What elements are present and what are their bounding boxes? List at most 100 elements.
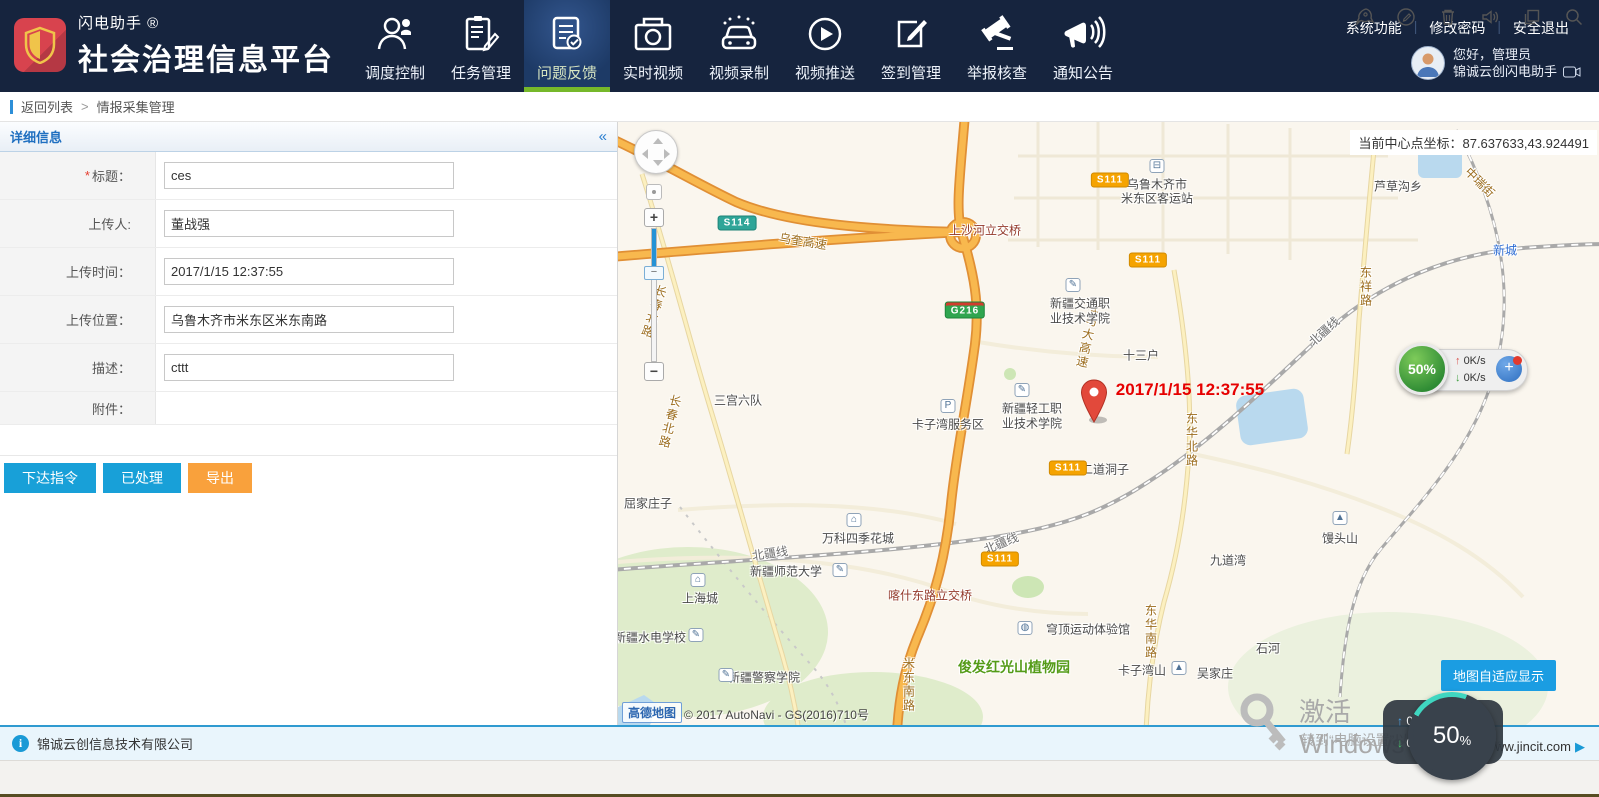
amap-logo: 高德地图 (622, 702, 682, 723)
nav-item-4[interactable]: 实时视频 (610, 0, 696, 92)
map-label: 卡子湾服务区 (912, 416, 984, 433)
nav-item-1[interactable]: 调度控制 (352, 0, 438, 92)
field-value (156, 152, 617, 199)
road-badge: G216 (945, 302, 985, 319)
stadium-icon: ◍ (1018, 621, 1033, 635)
map-label: 米东区客运站 (1121, 190, 1193, 207)
map-fit-button[interactable]: 地图自适应显示 (1441, 660, 1556, 691)
field-label: *标题： (0, 152, 156, 199)
map-label: 东华北路 (1184, 412, 1201, 468)
user-greeting: 您好，管理员 锦诚云创闪电助手 (1453, 46, 1581, 80)
map-label: 吴家庄 (1197, 665, 1233, 682)
download-speed: 0K/s (1464, 372, 1486, 384)
pan-up-icon[interactable] (653, 138, 663, 144)
breadcrumb-back-link[interactable]: 返回列表 (21, 97, 73, 116)
form-row: 附件： (0, 392, 617, 425)
volume-icon[interactable] (1479, 6, 1501, 28)
map-label: 新疆师范大学 (750, 563, 822, 580)
field-input-2[interactable] (164, 210, 454, 237)
pan-right-icon[interactable] (664, 149, 670, 159)
upload-arrow-icon: ↑ (1397, 714, 1403, 728)
breadcrumb: 返回列表 > 情报采集管理 (0, 92, 1599, 122)
map-label: 卡子湾山 (1118, 662, 1166, 679)
zoom-slider-handle[interactable]: − (644, 266, 664, 280)
collapse-panel-icon[interactable]: « (599, 128, 607, 145)
info-icon: i (12, 735, 29, 752)
feedback-icon (547, 12, 587, 56)
action-button-2[interactable]: 已处理 (103, 463, 181, 493)
field-input-3[interactable] (164, 258, 454, 285)
app-logo (14, 18, 66, 72)
toolbar-icons (1333, 6, 1585, 28)
nav-item-label: 通知公告 (1053, 62, 1113, 83)
home-icon: ⌂ (691, 573, 706, 587)
field-value (156, 392, 617, 424)
field-value (156, 296, 617, 343)
map-label: 喀什东路立交桥 (888, 587, 972, 604)
company-name: 锦诚云创信息技术有限公司 (37, 734, 193, 753)
zoom-out-button[interactable]: − (644, 362, 664, 381)
breadcrumb-accent-bar (10, 100, 13, 114)
field-input-5[interactable] (164, 354, 454, 381)
map-copyright: © 2017 AutoNavi - GS(2016)710号 (684, 706, 869, 723)
map-label: 石河 (1256, 640, 1280, 657)
map-label: 上海城 (682, 590, 718, 607)
brand-line2: 社会治理信息平台 (78, 35, 334, 79)
task-icon (461, 12, 501, 56)
map-label: 上沙河立交桥 (949, 222, 1021, 239)
percent-sign: % (1460, 733, 1472, 748)
accelerator-ball-dark[interactable]: 50 % (1408, 692, 1496, 780)
search-icon[interactable] (1563, 6, 1585, 28)
map-center-coords: 当前中心点坐标：87.637633,43.924491 (1350, 130, 1597, 155)
bus-icon: ⊟ (1150, 159, 1165, 173)
map-label: 俊发红光山植物园 (958, 657, 1070, 677)
expand-arrow-icon[interactable]: ▶ (1575, 739, 1585, 754)
road-badge: S111 (1049, 461, 1087, 476)
report-icon (975, 12, 1019, 56)
percent-number: 50 (1433, 722, 1460, 750)
zoom-in-button[interactable]: + (644, 208, 664, 227)
nav-item-3[interactable]: 问题反馈 (524, 0, 610, 92)
rocket-icon[interactable] (1353, 6, 1375, 28)
map-label: 二道洞子 (1081, 461, 1129, 478)
field-label: 附件： (0, 392, 156, 424)
map-marker-pin[interactable] (1078, 378, 1110, 424)
user-box[interactable]: 您好，管理员 锦诚云创闪电助手 (1411, 46, 1581, 80)
home-icon: ⌂ (847, 513, 862, 527)
nav-item-7[interactable]: 签到管理 (868, 0, 954, 92)
field-input-4[interactable] (164, 306, 454, 333)
map-pan-control[interactable] (634, 130, 678, 174)
nav-item-6[interactable]: 视频推送 (782, 0, 868, 92)
field-label: 上传位置： (0, 296, 156, 343)
panel-title: 详细信息 (10, 127, 62, 146)
pan-down-icon[interactable] (653, 160, 663, 166)
nav-item-label: 任务管理 (451, 62, 511, 83)
field-label: 描述： (0, 344, 156, 391)
shield-icon (23, 26, 57, 64)
nav-item-5[interactable]: 视频录制 (696, 0, 782, 92)
school-icon: ✎ (719, 668, 734, 682)
add-button[interactable]: + (1496, 356, 1522, 382)
field-input-1[interactable] (164, 162, 454, 189)
window-icon[interactable] (1521, 6, 1543, 28)
nav-item-2[interactable]: 任务管理 (438, 0, 524, 92)
screenshot-icon[interactable] (1395, 6, 1417, 28)
action-button-3[interactable]: 导出 (188, 463, 252, 493)
action-button-1[interactable]: 下达指令 (4, 463, 96, 493)
pan-left-icon[interactable] (642, 149, 648, 159)
nav-item-label: 签到管理 (881, 62, 941, 83)
download-arrow-icon: ↓ (1397, 736, 1403, 750)
live-video-icon (632, 12, 674, 56)
accelerator-ball[interactable]: 50% (1396, 343, 1448, 395)
map-reset-button[interactable] (646, 184, 662, 200)
nav-item-label: 调度控制 (365, 62, 425, 83)
nav-item-9[interactable]: 通知公告 (1040, 0, 1126, 92)
notice-icon (1060, 12, 1106, 56)
zoom-slider-track[interactable] (651, 228, 657, 362)
map-canvas[interactable]: S114G216S111S111S111S111芦草沟乡中瑞街新城乌鲁木齐市米东… (618, 122, 1599, 725)
parking-icon: P (941, 399, 956, 413)
nav-item-8[interactable]: 举报核查 (954, 0, 1040, 92)
field-value (156, 200, 617, 247)
dispatch-icon (375, 12, 415, 56)
trash-icon[interactable] (1437, 6, 1459, 28)
